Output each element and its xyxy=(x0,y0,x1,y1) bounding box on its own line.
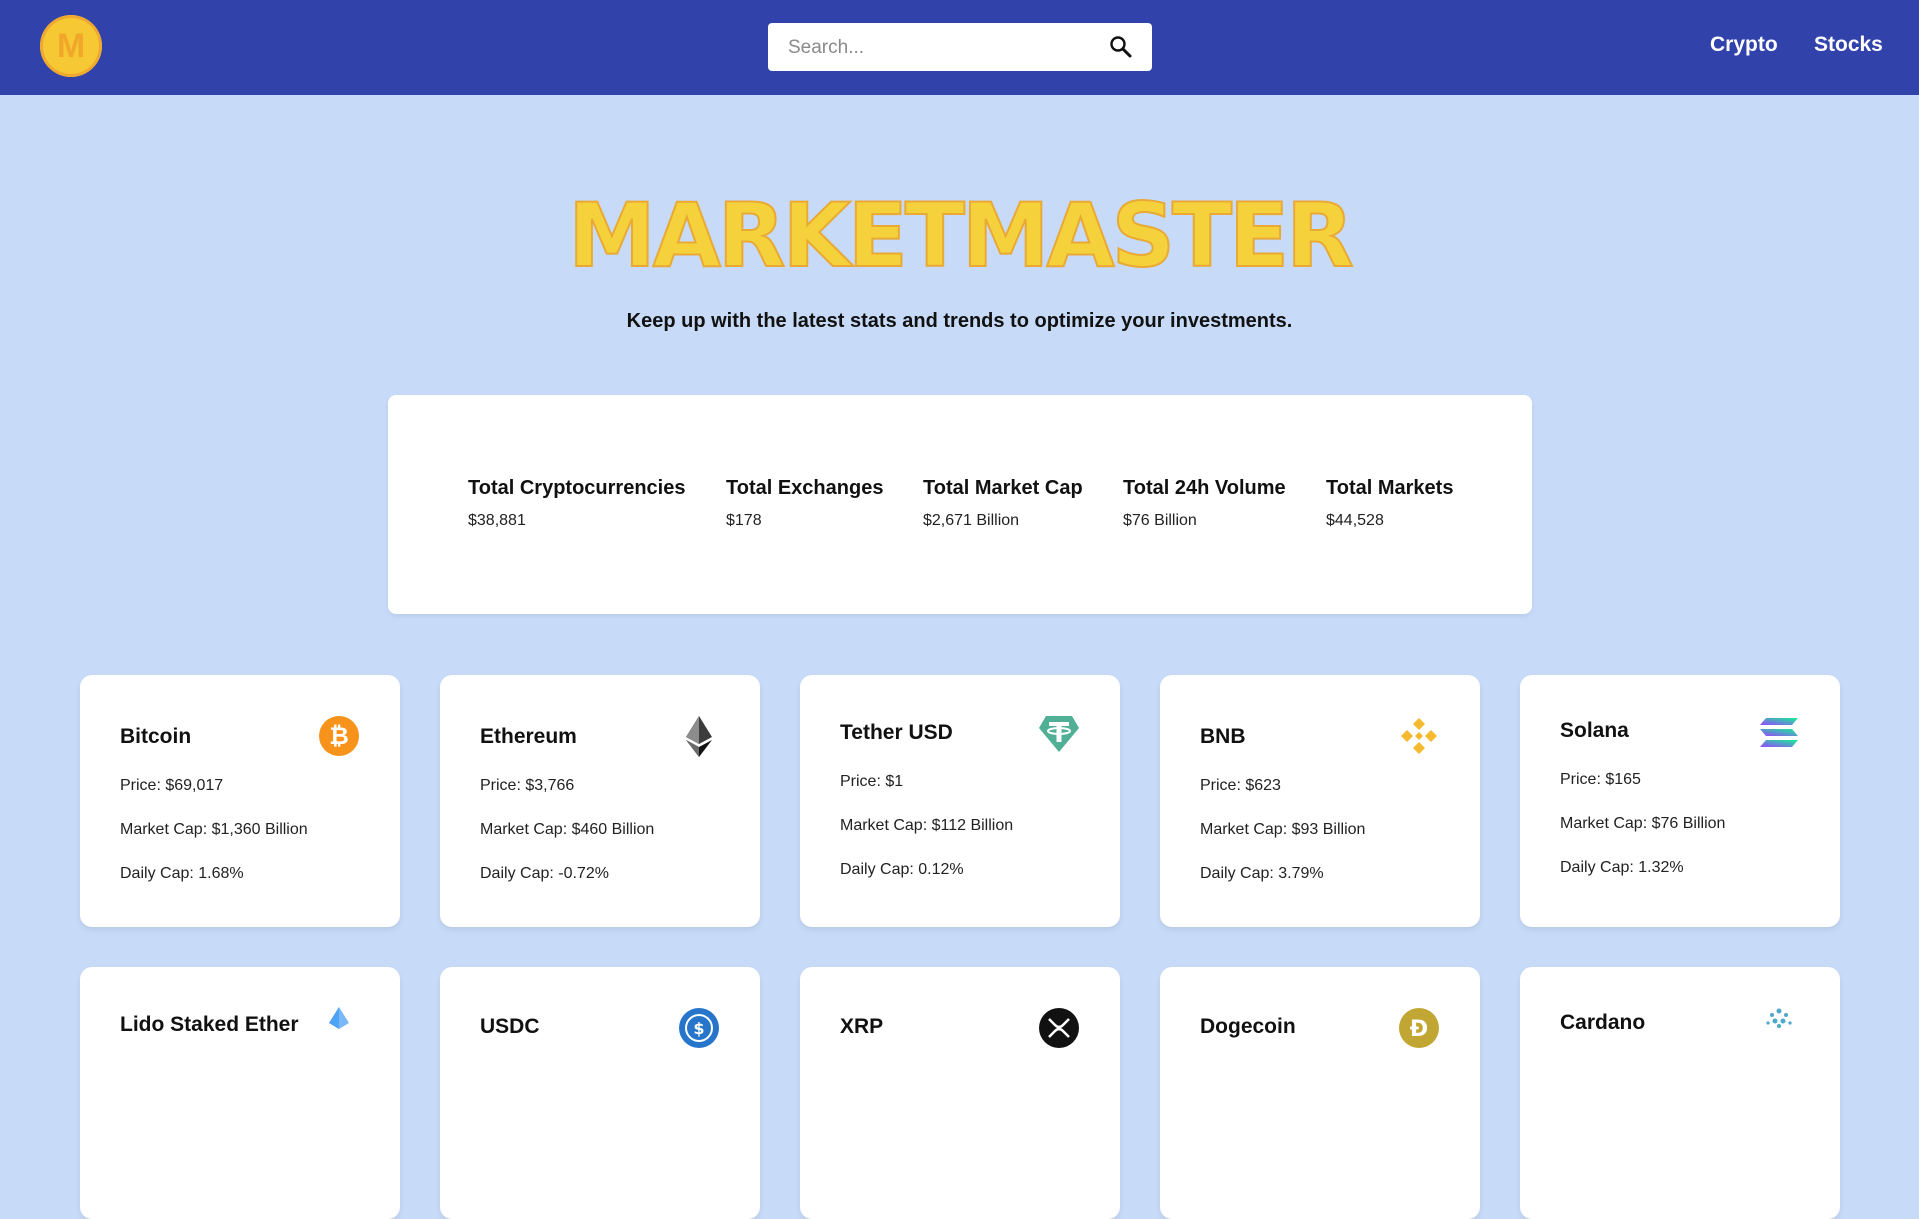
coin-card-bnb[interactable]: BNB Price: $623 Market Cap: $93 Billion … xyxy=(1160,675,1480,927)
page-subtitle: Keep up with the latest stats and trends… xyxy=(626,310,1293,332)
bnb-icon xyxy=(1401,718,1437,754)
stat-label: Total Market Cap xyxy=(923,477,1083,499)
bitcoin-icon: ₿ xyxy=(319,716,359,756)
stat-label: Total Markets xyxy=(1326,477,1454,499)
stat-value: $76 Billion xyxy=(1123,512,1197,529)
global-stats-card: Total Cryptocurrencies $38,881 Total Exc… xyxy=(388,395,1532,614)
stat-total-24h-volume: Total 24h Volume $76 Billion xyxy=(1123,477,1286,530)
coin-market-cap: Market Cap: $1,360 Billion xyxy=(120,821,308,838)
svg-text:$: $ xyxy=(693,1019,704,1038)
stat-value: $178 xyxy=(726,512,762,529)
coin-name: BNB xyxy=(1200,725,1246,748)
stat-total-cryptocurrencies: Total Cryptocurrencies $38,881 xyxy=(468,477,685,530)
search-input[interactable] xyxy=(786,23,1100,73)
coin-price: Price: $165 xyxy=(1560,771,1641,788)
coin-price: Price: $3,766 xyxy=(480,777,575,794)
coin-market-cap: Market Cap: $93 Billion xyxy=(1200,821,1366,838)
stat-total-market-cap: Total Market Cap $2,671 Billion xyxy=(923,477,1083,530)
coin-price: Price: $623 xyxy=(1200,777,1281,794)
search-icon[interactable] xyxy=(1108,34,1134,60)
coin-card-cardano[interactable]: Cardano xyxy=(1520,967,1840,1219)
coin-name: Bitcoin xyxy=(120,725,192,748)
page-title: MARKETMASTER xyxy=(567,184,1355,287)
coin-name: Lido Staked Ether xyxy=(120,1013,299,1036)
coin-name: Ethereum xyxy=(480,725,577,748)
lido-icon xyxy=(329,1007,349,1029)
stat-label: Total 24h Volume xyxy=(1123,477,1286,499)
coin-card-solana[interactable]: Solana Price: $165 Market Cap: $76 Billi… xyxy=(1520,675,1840,927)
search-box[interactable] xyxy=(768,23,1152,73)
coin-market-cap: Market Cap: $112 Billion xyxy=(840,817,1014,834)
stat-total-markets: Total Markets $44,528 xyxy=(1326,477,1453,530)
stat-value: $2,671 Billion xyxy=(923,512,1020,529)
ethereum-icon xyxy=(686,716,712,757)
tether-icon xyxy=(1039,716,1079,752)
coin-price: Price: $1 xyxy=(840,773,904,790)
stat-total-exchanges: Total Exchanges $178 xyxy=(726,477,883,530)
coin-price: Price: $69,017 xyxy=(120,777,224,794)
nav-link-crypto[interactable]: Crypto xyxy=(1710,33,1778,57)
coin-market-cap: Market Cap: $460 Billion xyxy=(480,821,655,838)
coin-card-ethereum[interactable]: Ethereum Price: $3,766 Market Cap: $460 … xyxy=(440,675,760,927)
coin-daily-cap: Daily Cap: 1.32% xyxy=(1560,859,1684,876)
coin-name: Cardano xyxy=(1560,1011,1646,1034)
usdc-icon: $ xyxy=(679,1008,719,1048)
coin-name: Dogecoin xyxy=(1200,1015,1296,1038)
coin-card-usdc[interactable]: USDC $ xyxy=(440,967,760,1219)
stat-value: $44,528 xyxy=(1326,512,1384,529)
svg-text:₿: ₿ xyxy=(329,722,349,750)
coin-daily-cap: Daily Cap: 3.79% xyxy=(1200,865,1324,882)
coin-daily-cap: Daily Cap: -0.72% xyxy=(480,865,609,882)
stat-label: Total Cryptocurrencies xyxy=(468,477,686,499)
coin-name: Solana xyxy=(1560,719,1629,742)
coin-name: Tether USD xyxy=(840,721,953,744)
coin-card-xrp[interactable]: XRP xyxy=(800,967,1120,1219)
coin-card-lido-staked-ether[interactable]: Lido Staked Ether xyxy=(80,967,400,1219)
coin-card-tether[interactable]: Tether USD Price: $1 Market Cap: $112 Bi… xyxy=(800,675,1120,927)
solana-icon xyxy=(1760,718,1798,747)
svg-text:Ð: Ð xyxy=(1410,1017,1428,1042)
xrp-icon xyxy=(1039,1008,1079,1048)
stat-label: Total Exchanges xyxy=(726,477,884,499)
stat-value: $38,881 xyxy=(468,512,526,529)
coin-market-cap: Market Cap: $76 Billion xyxy=(1560,815,1726,832)
coin-name: USDC xyxy=(480,1015,540,1038)
dogecoin-icon: Ð xyxy=(1399,1008,1439,1048)
logo-letter: M xyxy=(56,26,86,65)
coin-card-dogecoin[interactable]: Dogecoin Ð xyxy=(1160,967,1480,1219)
logo[interactable]: M xyxy=(40,15,102,77)
nav-link-stocks[interactable]: Stocks xyxy=(1814,33,1883,57)
coin-daily-cap: Daily Cap: 0.12% xyxy=(840,861,964,878)
coin-card-bitcoin[interactable]: Bitcoin ₿ Price: $69,017 Market Cap: $1,… xyxy=(80,675,400,927)
cardano-icon xyxy=(1766,1008,1792,1028)
coin-daily-cap: Daily Cap: 1.68% xyxy=(120,865,244,882)
navbar: M Crypto Stocks xyxy=(0,0,1919,95)
coin-name: XRP xyxy=(840,1015,884,1038)
